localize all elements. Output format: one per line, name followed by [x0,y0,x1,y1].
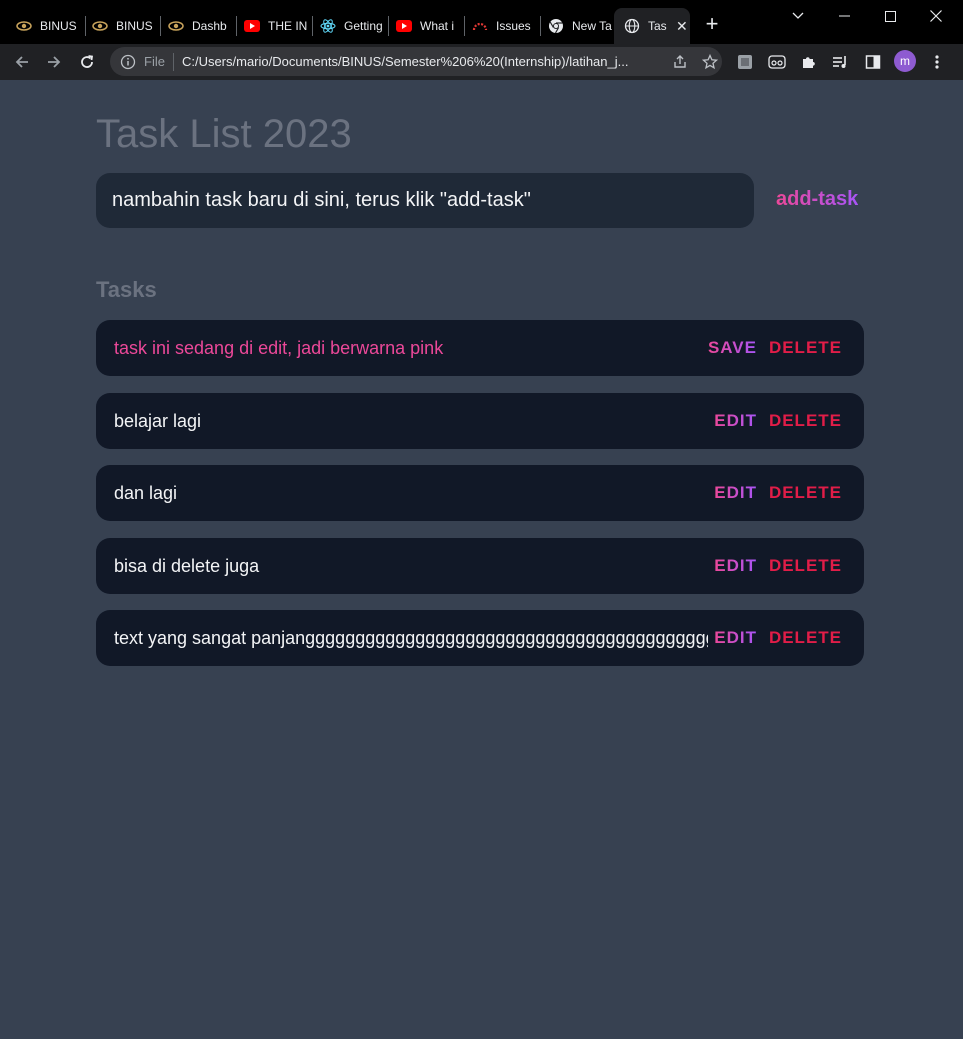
edit-button[interactable]: EDIT [714,610,757,666]
task-text: bisa di delete juga [114,556,260,576]
tab-title: Issues [496,19,531,33]
menu-kebab-icon[interactable] [925,50,949,74]
puzzle-extensions-icon[interactable] [797,50,821,74]
tab-youtube-2[interactable]: What i [386,8,462,44]
task-text: dan lagi [114,483,178,503]
security-label: File [144,54,165,69]
new-task-input[interactable] [96,173,754,228]
info-icon[interactable] [120,54,136,70]
tab-title: BINUS [40,19,77,33]
page-content: Task List 2023 add-task Tasks task ini s… [0,80,963,1039]
binus-eye-icon [168,18,184,34]
tab-title: Dashb [192,19,227,33]
tab-binus-1[interactable]: BINUS [6,8,84,44]
tab-title: What i [420,19,455,33]
page-title: Task List 2023 [96,112,352,156]
minimize-icon[interactable] [821,4,867,28]
tab-youtube-1[interactable]: THE IN [234,8,310,44]
tab-issues[interactable]: Issues [462,8,538,44]
binus-eye-icon [16,18,32,34]
delete-button[interactable]: DELETE [769,610,842,666]
browser-toolbar: File C:/Users/mario/Documents/BINUS/Seme… [0,44,963,80]
bookmark-star-icon[interactable] [700,52,720,72]
delete-button[interactable]: DELETE [769,393,842,449]
share-icon[interactable] [670,52,690,72]
youtube-icon [244,18,260,34]
binus-eye-icon [92,18,108,34]
delete-button[interactable]: DELETE [769,538,842,594]
close-window-icon[interactable] [913,4,959,28]
omnibox-separator [172,52,174,71]
profile-avatar[interactable]: m [894,50,916,72]
add-task-button[interactable]: add-task [776,188,858,211]
forward-arrow-icon[interactable] [40,48,68,76]
edit-button[interactable]: EDIT [714,465,757,521]
tab-binus-2[interactable]: BINUS [82,8,158,44]
task-text: text yang sangat panjanggggggggggggggggg… [114,628,708,648]
save-button[interactable]: SAVE [708,320,757,376]
new-tab-button[interactable]: + [700,12,724,36]
extension-grey-icon[interactable] [733,50,757,74]
tab-new-tab[interactable]: New Ta [538,8,614,44]
media-queue-icon[interactable] [829,50,853,74]
tab-title: New Ta [572,19,612,33]
issues-icon [472,18,488,34]
task-item: text yang sangat panjanggggggggggggggggg… [96,610,864,666]
task-item: task ini sedang di edit, jadi berwarna p… [96,320,864,376]
tab-task-list-active[interactable]: Tas ✕ [614,8,690,44]
task-item: bisa di delete juga EDIT DELETE [96,538,864,594]
tab-search-icon[interactable] [775,4,821,28]
back-arrow-icon[interactable] [8,48,36,76]
tab-title: Tas [648,19,667,33]
edit-button[interactable]: EDIT [714,393,757,449]
tab-dashboard[interactable]: Dashb [158,8,234,44]
address-bar[interactable]: File C:/Users/mario/Documents/BINUS/Seme… [110,47,722,76]
globe-icon [624,18,640,34]
task-item: dan lagi EDIT DELETE [96,465,864,521]
maximize-icon[interactable] [867,4,913,28]
side-panel-icon[interactable] [861,50,885,74]
task-item: belajar lagi EDIT DELETE [96,393,864,449]
delete-button[interactable]: DELETE [769,320,842,376]
tab-title: THE IN [268,19,308,33]
task-text: belajar lagi [114,411,202,431]
edit-button[interactable]: EDIT [714,538,757,594]
delete-button[interactable]: DELETE [769,465,842,521]
tab-title: Getting [344,19,383,33]
reload-icon[interactable] [73,48,101,76]
tab-title: BINUS [116,19,153,33]
tasks-section-title: Tasks [96,277,157,302]
browser-chrome: BINUS BINUS Dashb THE IN Getting What i … [0,0,963,80]
close-tab-icon[interactable]: ✕ [674,18,690,35]
tab-getting-started[interactable]: Getting [310,8,386,44]
tab-strip: BINUS BINUS Dashb THE IN Getting What i … [0,0,963,44]
react-icon [320,18,336,34]
task-text-editing[interactable]: task ini sedang di edit, jadi berwarna p… [114,320,708,376]
chrome-icon [548,18,564,34]
glasses-extension-icon[interactable] [765,50,789,74]
url-text[interactable]: C:/Users/mario/Documents/BINUS/Semester%… [182,54,660,69]
youtube-icon [396,18,412,34]
